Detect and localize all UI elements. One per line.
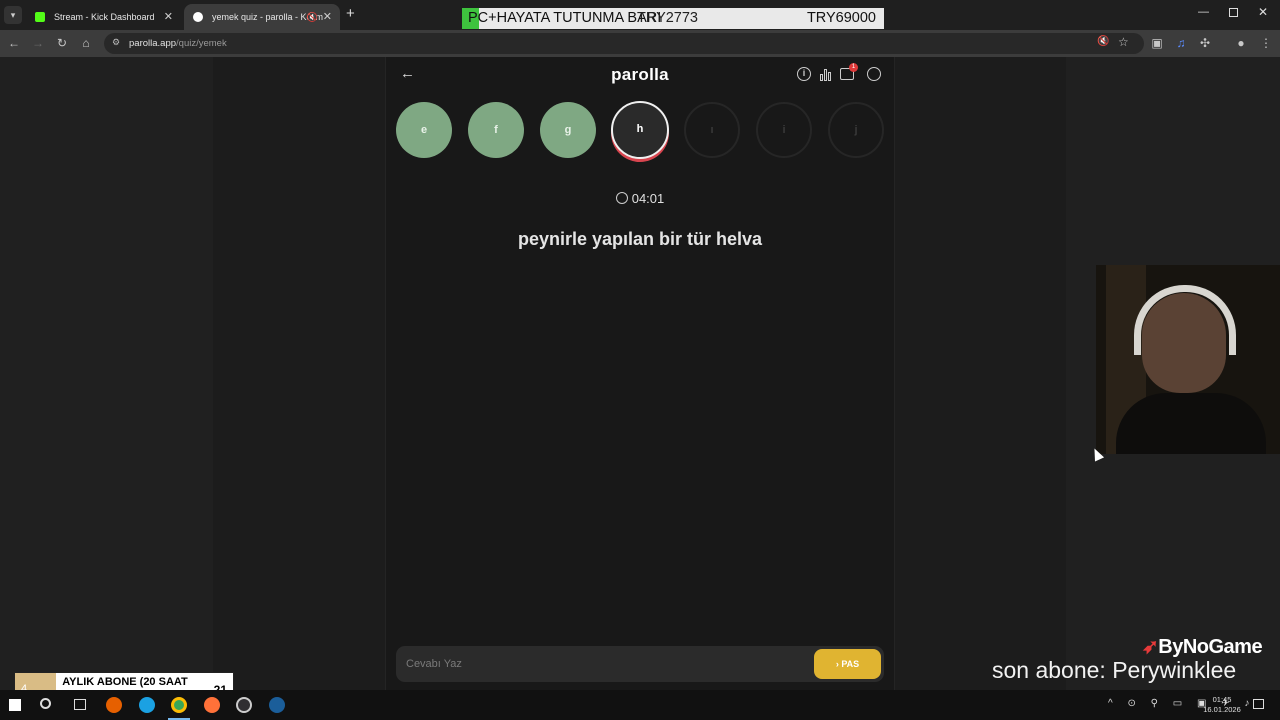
task-view-icon[interactable] [74, 699, 86, 710]
taskbar-time: 01:45 [1212, 695, 1232, 704]
url-host: parolla.app [129, 38, 177, 49]
extension-icon[interactable]: ▣ [1148, 34, 1166, 52]
url-text[interactable]: parolla.app/quiz/yemek [129, 33, 227, 54]
minimize-window-icon[interactable]: — [1198, 6, 1209, 18]
restore-window-icon[interactable] [1229, 8, 1238, 17]
notification-center-icon[interactable] [1253, 699, 1264, 709]
windows-taskbar: ^ ⊙ ⚲ ▭ ▣ ✈ ♪ 01:45 16.01.2026 [0, 690, 1280, 720]
tab-kick-dashboard[interactable]: Stream - Kick Dashboard ✕ [26, 4, 181, 30]
pass-button[interactable]: › PAS [814, 649, 881, 679]
close-tab-icon[interactable]: ✕ [164, 4, 173, 30]
voice-extension-icon[interactable]: ♫ [1172, 34, 1190, 52]
close-window-icon[interactable]: ✕ [1258, 5, 1268, 19]
steam-taskbar-icon[interactable] [269, 697, 285, 713]
obs-taskbar-icon[interactable] [236, 697, 252, 713]
page-viewport: ← parolla i 1 e f g h ı i j 04:01 peynir… [0, 57, 1280, 690]
letter-circle-h-current: h [611, 101, 669, 159]
mute-site-icon[interactable]: 🔇 [1097, 36, 1109, 47]
left-gutter [213, 57, 385, 690]
webcam-headphones [1134, 285, 1236, 355]
kick-icon [35, 12, 45, 22]
timer-value: 04:01 [631, 191, 665, 206]
donation-goal-current: TRY2773 [637, 10, 698, 26]
letter-circle-g: g [540, 102, 596, 158]
chrome-taskbar-icon[interactable] [171, 697, 187, 713]
donation-goal-title: PC+HAYATA TUTUNMA BARI [468, 10, 662, 26]
right-gutter [895, 57, 1066, 690]
letter-circle-e: e [396, 102, 452, 158]
muted-tab-icon[interactable]: 🔇 [307, 4, 318, 30]
browser-toolbar: ← → ↻ ⌂ ⚙ parolla.app/quiz/yemek 🔇 ☆ ▣ ♫… [0, 30, 1280, 57]
firefox-taskbar-icon[interactable] [106, 697, 122, 713]
answer-bar: › PAS [396, 646, 884, 682]
timer: 04:01 [386, 190, 894, 208]
pass-label: PAS [841, 659, 860, 669]
edge-taskbar-icon[interactable] [139, 697, 155, 713]
donation-goal-bar: PC+HAYATA TUTUNMA BARI TRY2773 TRY69000 [462, 8, 884, 29]
last-subscriber-text: son abone: Perywinklee [992, 657, 1237, 683]
parolla-favicon-icon [193, 12, 203, 22]
extensions-puzzle-icon[interactable]: ✣ [1196, 34, 1214, 52]
notification-badge: 1 [849, 63, 858, 72]
tab-parolla-quiz[interactable]: yemek quiz - parolla - Kelim 🔇 ✕ [184, 4, 340, 30]
stats-icon[interactable] [819, 68, 833, 81]
profile-avatar-icon[interactable]: ● [1232, 34, 1250, 52]
search-icon[interactable] [40, 698, 51, 709]
forward-arrow-icon[interactable]: → [29, 34, 47, 52]
bookmark-star-icon[interactable]: ☆ [1118, 35, 1129, 49]
letter-circle-ı: ı [684, 102, 740, 158]
letter-circle-j: j [828, 102, 884, 158]
letter-circle-f: f [468, 102, 524, 158]
url-path: /quiz/yemek [176, 38, 227, 49]
home-icon[interactable]: ⌂ [77, 34, 95, 52]
app-logo[interactable]: parolla [386, 65, 894, 85]
donation-goal-target: TRY69000 [806, 10, 876, 26]
webcam-feed [1096, 265, 1280, 454]
webcam-person-body [1116, 393, 1266, 454]
answer-input[interactable] [406, 646, 796, 682]
bynogame-logo: ➶ByNoGame [1142, 634, 1263, 659]
clock-icon [615, 192, 628, 204]
browser-menu-icon[interactable]: ⋮ [1257, 34, 1275, 52]
question-text: peynirle yapılan bir tür helva [517, 229, 763, 249]
profile-icon[interactable] [867, 67, 881, 81]
address-bar[interactable]: ⚙ parolla.app/quiz/yemek 🔇 ☆ [104, 33, 1144, 54]
new-tab-button[interactable]: + [346, 5, 355, 22]
letter-circle-i: i [756, 102, 812, 158]
close-tab-icon[interactable]: ✕ [323, 4, 332, 30]
firefox-alt-taskbar-icon[interactable] [204, 697, 220, 713]
tab-search-button[interactable]: ▾ [4, 6, 22, 24]
taskbar-clock[interactable]: 01:45 16.01.2026 [1200, 695, 1244, 715]
bynogame-logo-text: ByNoGame [1158, 636, 1263, 658]
back-arrow-icon[interactable]: ← [5, 34, 23, 52]
tab-title: Stream - Kick Dashboard [54, 12, 155, 22]
feather-icon: ➶ [1142, 636, 1159, 658]
info-icon[interactable]: i [797, 67, 811, 81]
reload-icon[interactable]: ↻ [53, 34, 71, 52]
taskbar-date: 16.01.2026 [1203, 705, 1241, 714]
quiz-app: ← parolla i 1 e f g h ı i j 04:01 peynir… [385, 57, 895, 690]
site-info-icon[interactable]: ⚙ [112, 37, 120, 48]
windows-start-icon[interactable] [9, 699, 21, 711]
